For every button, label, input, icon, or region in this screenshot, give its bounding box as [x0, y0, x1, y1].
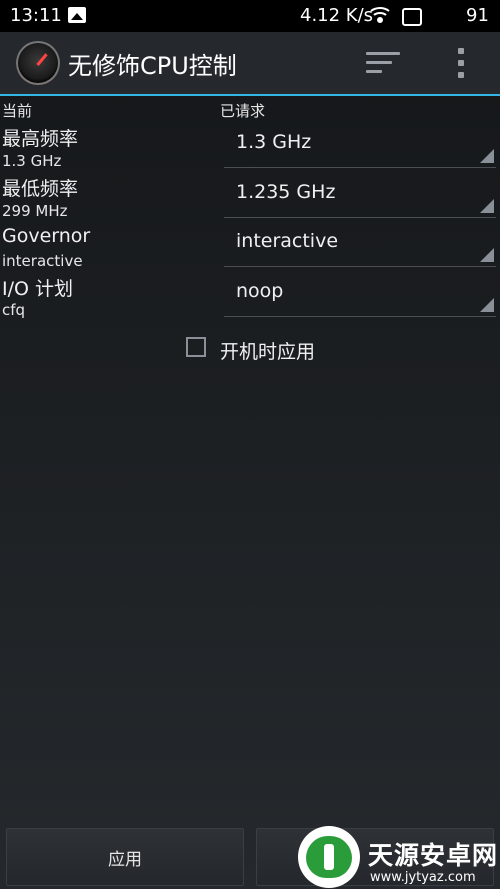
governor-current: interactive — [2, 252, 83, 270]
action-bar: 无修饰CPU控制 — [0, 32, 500, 96]
min-frequency-requested: 1.235 GHz — [236, 181, 336, 203]
network-speed: 4.12 K/s — [300, 5, 374, 26]
apply-on-boot-label[interactable]: 开机时应用 — [220, 337, 315, 364]
max-frequency-requested: 1.3 GHz — [236, 131, 312, 153]
requested-column-header: 已请求 — [220, 102, 266, 120]
governor-requested: interactive — [236, 230, 339, 252]
wifi-icon — [367, 5, 393, 25]
photo-notification-icon — [68, 7, 86, 23]
app-title: 无修饰CPU控制 — [68, 52, 237, 80]
watermark-name: 天源安卓网 — [368, 841, 499, 870]
apply-on-boot-checkbox[interactable] — [186, 337, 206, 357]
battery-level: 91 — [466, 5, 489, 26]
dropdown-arrow-icon — [480, 298, 494, 312]
governor-label: Governor — [2, 225, 91, 247]
watermark-logo — [298, 826, 360, 888]
watermark-url: www.jytyaz.com — [370, 870, 476, 885]
min-frequency-current: 299 MHz — [2, 202, 68, 220]
dropdown-arrow-icon — [480, 149, 494, 163]
governor-spinner[interactable]: interactive — [224, 222, 496, 267]
current-column-header: 当前 — [2, 102, 33, 120]
dropdown-arrow-icon — [480, 199, 494, 213]
max-frequency-label: 最高频率 — [2, 128, 79, 150]
screen-icon — [402, 8, 422, 26]
speedometer-icon — [16, 41, 60, 85]
min-frequency-label: 最低频率 — [2, 178, 79, 200]
status-bar: 13:11 4.12 K/s 91 — [0, 0, 500, 32]
min-frequency-spinner[interactable]: 1.235 GHz — [224, 173, 496, 218]
io-scheduler-current: cfq — [2, 301, 26, 319]
io-scheduler-spinner[interactable]: noop — [224, 272, 496, 317]
io-scheduler-label: I/O 计划 — [2, 278, 73, 300]
io-scheduler-requested: noop — [236, 280, 284, 302]
sort-icon[interactable] — [362, 50, 402, 78]
dropdown-arrow-icon — [480, 248, 494, 262]
apply-button[interactable]: 应用 — [6, 828, 244, 886]
max-frequency-spinner[interactable]: 1.3 GHz — [224, 123, 496, 168]
max-frequency-current: 1.3 GHz — [2, 152, 62, 170]
overflow-menu-icon[interactable] — [452, 46, 472, 80]
status-time: 13:11 — [10, 5, 62, 26]
